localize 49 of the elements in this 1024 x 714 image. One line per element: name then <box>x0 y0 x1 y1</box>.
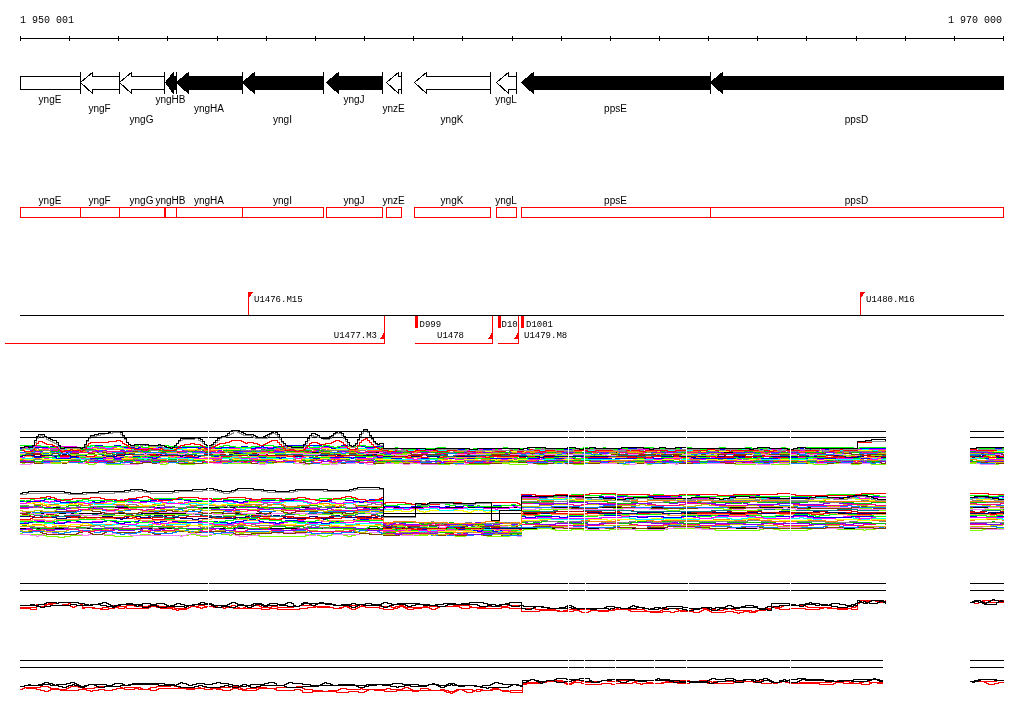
marker-label: U1480.M16 <box>866 295 915 305</box>
gene-label: yngF <box>88 195 111 206</box>
gene-label: yngJ <box>343 94 365 105</box>
line-plot-drawing <box>969 583 1005 605</box>
marker-label: U1476.M15 <box>254 295 303 305</box>
gene-label: ppsD <box>844 114 869 125</box>
gene-label: yngG <box>129 195 154 206</box>
flag-marker-icon <box>521 316 524 328</box>
gene-label: yngI <box>273 114 292 125</box>
gene-label: ynzE <box>382 103 405 114</box>
line-plot-drawing <box>969 493 1005 531</box>
range-line <box>497 343 520 344</box>
line-plot-drawing <box>969 431 1005 465</box>
triangle-marker-icon <box>488 315 493 344</box>
line-plot-drawing <box>969 660 1005 685</box>
marker-label: D10 <box>501 320 518 330</box>
gene-label: yngHA <box>194 195 224 206</box>
position-label: 1 950 001 <box>20 15 74 26</box>
gene-label: ynzE <box>382 195 405 206</box>
gene-label: yngHB <box>155 94 186 105</box>
gene-label: yngK <box>440 195 464 206</box>
gene-label: ppsD <box>844 195 869 206</box>
gene-label: yngL <box>495 195 517 206</box>
gene-label: yngHA <box>194 103 224 114</box>
gene-region <box>496 207 517 218</box>
marker-label: U1478 <box>437 331 464 341</box>
marker-label: D1001 <box>526 320 553 330</box>
triangle-marker-icon <box>380 315 385 344</box>
gene-label: yngE <box>38 195 62 206</box>
gene-region <box>386 207 402 218</box>
flag-marker-icon <box>248 291 254 316</box>
flag-marker-icon <box>498 316 501 328</box>
gene-label: yngK <box>440 114 464 125</box>
gene-label: yngHB <box>155 195 186 206</box>
gene-label: yngE <box>38 94 62 105</box>
marker-label: U1479.M8 <box>524 331 568 341</box>
flag-marker-icon <box>415 316 418 328</box>
position-label: 1 970 000 <box>948 15 1002 26</box>
gene-label: yngG <box>129 114 154 125</box>
marker-label: D999 <box>419 320 442 330</box>
marker-label: U1477.M3 <box>333 331 377 341</box>
gene-label: ppsE <box>604 195 627 206</box>
gene-label: yngL <box>495 94 517 105</box>
gene-label: yngI <box>273 195 292 206</box>
gene-region <box>326 207 383 218</box>
flag-marker-icon <box>860 291 866 316</box>
gene-label: ppsE <box>604 103 627 114</box>
gene-label: yngF <box>88 103 111 114</box>
gene-label: yngJ <box>343 195 365 206</box>
